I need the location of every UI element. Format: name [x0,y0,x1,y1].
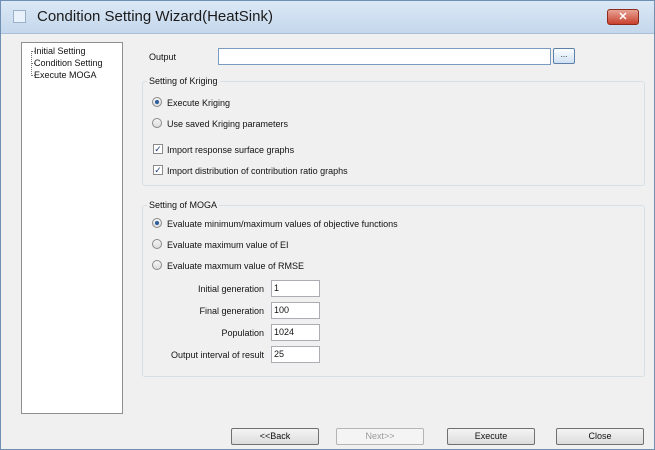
close-button[interactable]: Close [556,428,644,445]
final-generation-label: Final generation [199,306,264,316]
population-label: Population [221,328,264,338]
output-label: Output [149,52,177,62]
import-contribution-ratio-label[interactable]: Import distribution of contribution rati… [167,166,348,176]
output-path-input[interactable] [218,48,551,65]
window-title: Condition Setting Wizard(HeatSink) [37,8,273,25]
population-input[interactable]: 1024 [271,324,320,341]
wizard-step-tree: Initial Setting Condition Setting Execut… [21,42,123,414]
window-close-button[interactable]: ✕ [607,9,639,25]
wizard-window: Condition Setting Wizard(HeatSink) ✕ Ini… [0,0,655,450]
execute-button[interactable]: Execute [447,428,535,445]
tree-item-execute-moga[interactable]: Execute MOGA [34,70,97,80]
max-ei-label[interactable]: Evaluate maximum value of EI [167,240,289,250]
output-interval-label: Output interval of result [170,350,264,360]
minmax-objective-label[interactable]: Evaluate minimum/maximum values of objec… [167,219,398,229]
initial-generation-input[interactable]: 1 [271,280,320,297]
back-button[interactable]: <<Back [231,428,319,445]
max-rmse-label[interactable]: Evaluate maxmum value of RMSE [167,261,304,271]
initial-generation-label: Initial generation [197,284,264,294]
import-contribution-ratio-checkbox[interactable]: ✓ [153,165,163,175]
output-interval-input[interactable]: 25 [271,346,320,363]
final-generation-input[interactable]: 100 [271,302,320,319]
execute-kriging-label[interactable]: Execute Kriging [167,98,230,108]
title-bar: Condition Setting Wizard(HeatSink) ✕ [1,1,654,34]
max-rmse-radio[interactable] [152,260,162,270]
moga-group-title: Setting of MOGA [147,200,220,210]
next-button[interactable]: Next>> [336,428,424,445]
tree-item-initial-setting[interactable]: Initial Setting [34,46,86,56]
use-saved-kriging-label[interactable]: Use saved Kriging parameters [167,119,288,129]
import-response-surface-label[interactable]: Import response surface graphs [167,145,294,155]
minmax-objective-radio[interactable] [152,218,162,228]
use-saved-kriging-radio[interactable] [152,118,162,128]
browse-button[interactable]: ... [553,48,575,64]
import-response-surface-checkbox[interactable]: ✓ [153,144,163,154]
kriging-group-title: Setting of Kriging [147,76,220,86]
app-icon [13,10,26,23]
execute-kriging-radio[interactable] [152,97,162,107]
tree-item-condition-setting[interactable]: Condition Setting [34,58,103,68]
max-ei-radio[interactable] [152,239,162,249]
